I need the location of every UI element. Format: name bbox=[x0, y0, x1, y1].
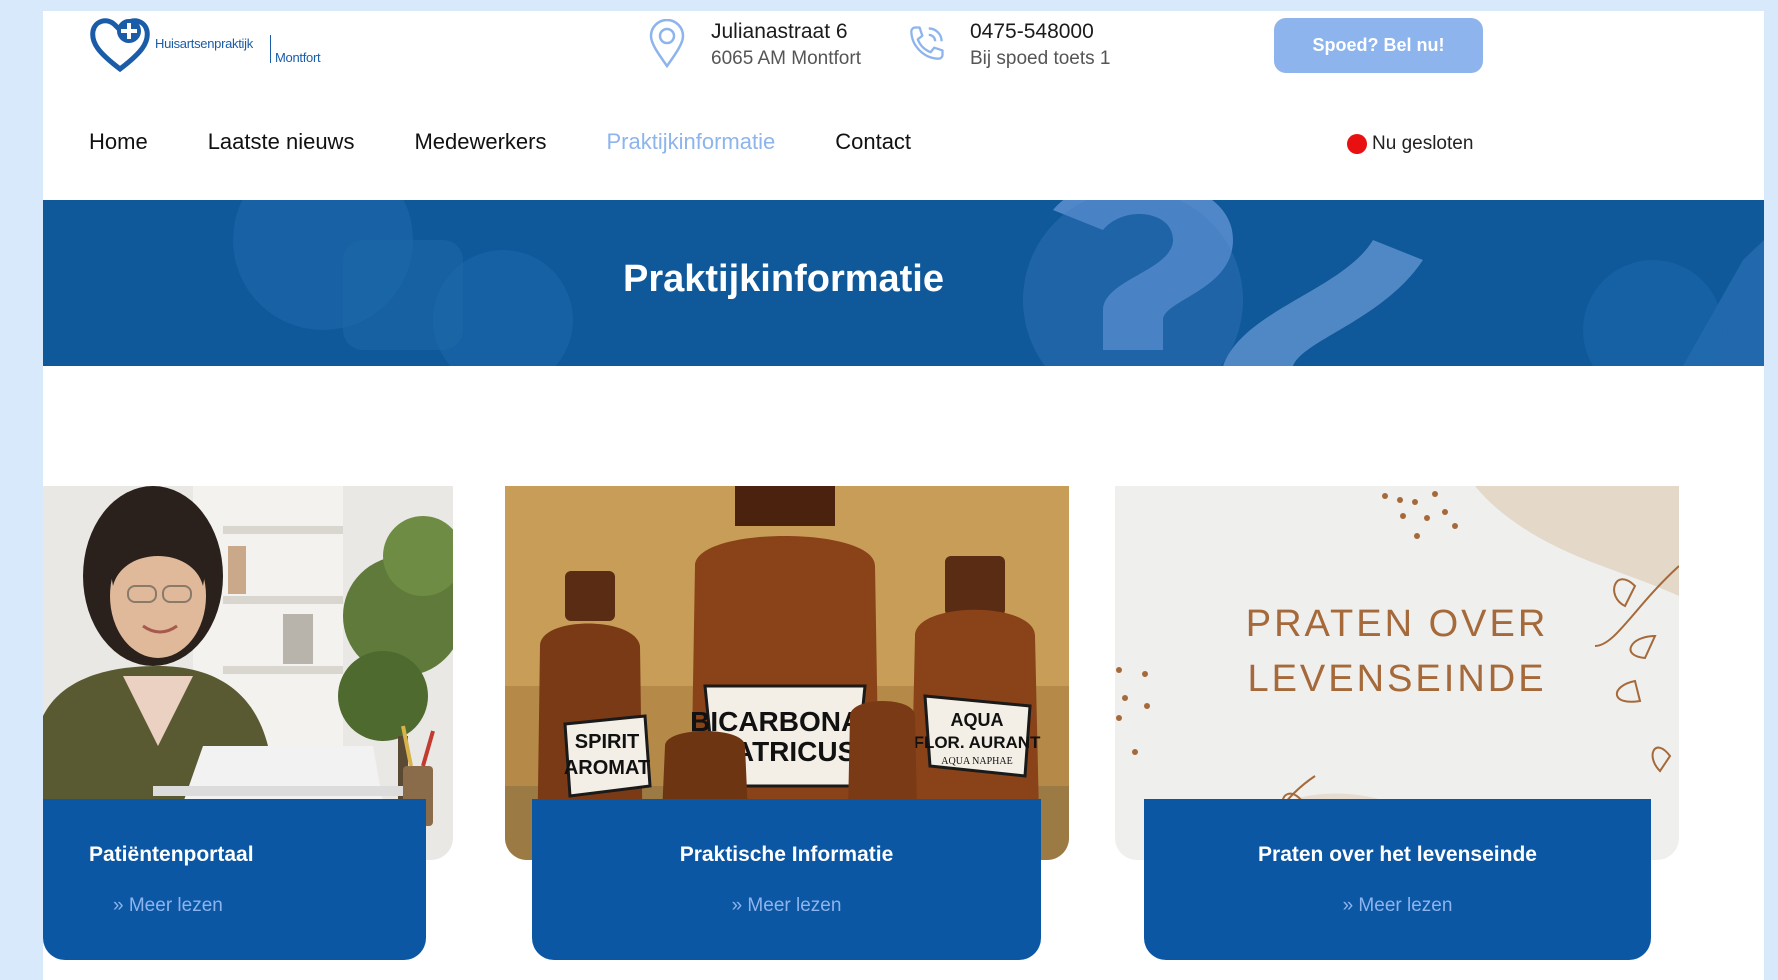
main-nav: Home Laatste nieuws Medewerkers Praktijk… bbox=[89, 129, 971, 155]
read-more-link[interactable]: » Meer lezen bbox=[532, 895, 1041, 917]
page-hero: Praktijkinformatie bbox=[43, 200, 1764, 366]
status-dot-icon bbox=[1347, 134, 1367, 154]
read-more-label: Meer lezen bbox=[1358, 895, 1453, 916]
page: Huisartsenpraktijk Montfort Julianastraa… bbox=[43, 11, 1764, 980]
card-title: Praten over het levenseinde bbox=[1258, 843, 1537, 866]
card-praktische-informatie[interactable]: BICARBONAS NATRICUS SPIRIT AROMAT AQUA F… bbox=[505, 486, 1069, 976]
bottle-label-right-3: AQUA NAPHAE bbox=[941, 756, 1012, 767]
card-title: Praktische Informatie bbox=[679, 843, 894, 866]
nav-item-praktijkinformatie[interactable]: Praktijkinformatie bbox=[607, 129, 776, 155]
emergency-call-button[interactable]: Spoed? Bel nu! bbox=[1274, 18, 1483, 73]
phone-icon bbox=[904, 18, 948, 70]
card-patientenportaal[interactable]: Patiëntenportaal » Meer lezen bbox=[43, 486, 453, 976]
address-street: Julianastraat 6 bbox=[711, 20, 848, 43]
logo-town: Montfort bbox=[275, 50, 321, 65]
read-more-label: Meer lezen bbox=[747, 895, 842, 916]
card-panel: Patiëntenportaal » Meer lezen bbox=[43, 799, 426, 960]
image-text-line1: PRATEN OVER bbox=[1246, 603, 1549, 645]
bottle-label-right-1: AQUA bbox=[951, 710, 1004, 730]
double-chevron-icon: » bbox=[1342, 895, 1354, 916]
bottle-label-right-2: FLOR. AURANT bbox=[914, 733, 1041, 752]
status-label: Nu gesloten bbox=[1372, 133, 1474, 154]
card-panel: Praktische Informatie » Meer lezen bbox=[532, 799, 1041, 960]
read-more-link[interactable]: » Meer lezen bbox=[1144, 895, 1651, 917]
address-block[interactable]: Julianastraat 6 6065 AM Montfort bbox=[645, 18, 861, 72]
card-levenseinde[interactable]: PRATEN OVER LEVENSEINDE Praten over het … bbox=[1115, 486, 1679, 976]
double-chevron-icon: » bbox=[731, 895, 743, 916]
address-city: 6065 AM Montfort bbox=[711, 48, 861, 69]
card-panel: Praten over het levenseinde » Meer lezen bbox=[1144, 799, 1651, 960]
phone-note: Bij spoed toets 1 bbox=[970, 48, 1111, 69]
nav-item-laatste-nieuws[interactable]: Laatste nieuws bbox=[208, 129, 355, 155]
site-logo[interactable]: Huisartsenpraktijk Montfort bbox=[89, 13, 335, 75]
opening-status: Nu gesloten bbox=[1347, 133, 1473, 155]
location-pin-icon bbox=[645, 18, 689, 70]
bottle-label-left-1: SPIRIT bbox=[575, 731, 639, 753]
page-title: Praktijkinformatie bbox=[623, 258, 944, 300]
logo-divider bbox=[270, 35, 271, 63]
phone-block[interactable]: 0475-548000 Bij spoed toets 1 bbox=[904, 18, 1110, 72]
logo-name: Huisartsenpraktijk bbox=[155, 36, 253, 51]
read-more-label: Meer lezen bbox=[128, 895, 223, 916]
bottle-label-left-2: AROMAT bbox=[564, 757, 650, 779]
phone-number: 0475-548000 bbox=[970, 20, 1094, 43]
card-title: Patiëntenportaal bbox=[89, 843, 254, 866]
heart-cross-logo-icon bbox=[90, 18, 150, 73]
read-more-link[interactable]: » Meer lezen bbox=[113, 895, 223, 917]
double-chevron-icon: » bbox=[113, 895, 124, 916]
nav-item-contact[interactable]: Contact bbox=[835, 129, 911, 155]
image-text-line2: LEVENSEINDE bbox=[1247, 658, 1546, 700]
nav-item-medewerkers[interactable]: Medewerkers bbox=[414, 129, 546, 155]
nav-item-home[interactable]: Home bbox=[89, 129, 148, 155]
